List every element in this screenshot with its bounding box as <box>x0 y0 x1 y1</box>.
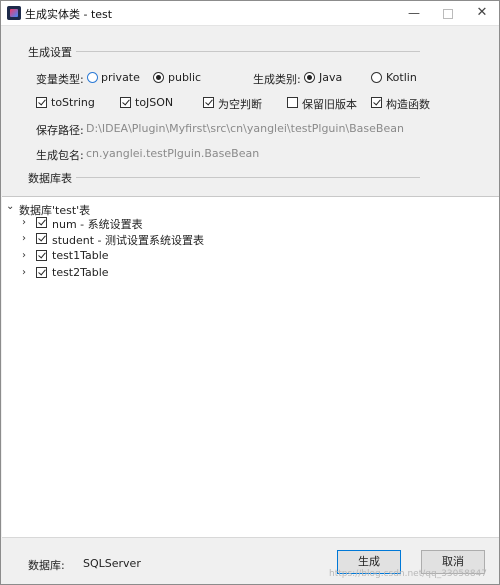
app-icon <box>7 6 21 20</box>
chevron-right-icon[interactable]: › <box>22 267 26 278</box>
database-section-title: 数据库表 <box>28 172 72 185</box>
database-divider <box>76 177 420 178</box>
dialog-window: 生成实体类 - test — ✕ 生成设置 变量类型: private publ… <box>0 0 500 585</box>
tree-checkbox-student[interactable] <box>36 233 47 244</box>
tree-checkbox-test2table[interactable] <box>36 267 47 278</box>
chevron-right-icon[interactable]: › <box>22 217 26 228</box>
table-tree[interactable]: ⌄ 数据库'test'表 › num - 系统设置表 › student - 测… <box>2 196 499 538</box>
checkbox-constructor-label[interactable]: 构造函数 <box>386 96 430 112</box>
chevron-right-icon[interactable]: › <box>22 250 26 261</box>
radio-private[interactable] <box>87 72 98 83</box>
settings-divider <box>76 51 420 52</box>
tree-checkbox-test1table[interactable] <box>36 250 47 261</box>
checkbox-null-check[interactable] <box>203 97 214 108</box>
radio-kotlin[interactable] <box>371 72 382 83</box>
tree-item-test1table[interactable]: › test1Table <box>2 248 499 264</box>
settings-section-title: 生成设置 <box>28 46 72 59</box>
window-title: 生成实体类 - test <box>25 8 113 21</box>
tree-checkbox-num[interactable] <box>36 217 47 228</box>
radio-java-label[interactable]: Java <box>319 71 342 84</box>
tree-label-test2table: test2Table <box>52 266 109 279</box>
radio-kotlin-label[interactable]: Kotlin <box>386 71 417 84</box>
tree-label-test1table: test1Table <box>52 249 109 262</box>
radio-public-label[interactable]: public <box>168 71 201 84</box>
var-type-label: 变量类型: <box>36 73 84 86</box>
checkbox-tojson[interactable] <box>120 97 131 108</box>
checkbox-tojson-label[interactable]: toJSON <box>135 96 173 109</box>
close-button[interactable]: ✕ <box>465 1 499 25</box>
tree-label-num: num - 系统设置表 <box>52 218 143 231</box>
db-type-value: SQLServer <box>83 557 141 570</box>
maximize-icon <box>443 8 453 19</box>
checkbox-tostring[interactable] <box>36 97 47 108</box>
tree-item-test2table[interactable]: › test2Table <box>2 265 499 281</box>
minimize-button[interactable]: — <box>397 1 431 25</box>
checkbox-null-check-label[interactable]: 为空判断 <box>218 96 262 112</box>
save-path-label: 保存路径: <box>36 124 84 137</box>
chevron-right-icon[interactable]: › <box>22 233 26 244</box>
radio-public[interactable] <box>153 72 164 83</box>
checkbox-keep-old[interactable] <box>287 97 298 108</box>
tree-item-num[interactable]: › num - 系统设置表 <box>2 215 499 231</box>
package-name-label: 生成包名: <box>36 149 84 162</box>
db-type-label: 数据库: <box>28 559 65 572</box>
gen-type-label: 生成类别: <box>253 73 301 86</box>
checkbox-constructor[interactable] <box>371 97 382 108</box>
watermark-text: https://blog.csdn.net/qq_33058847 <box>329 569 488 579</box>
tree-item-student[interactable]: › student - 测试设置系统设置表 <box>2 231 499 247</box>
package-name-value[interactable]: cn.yanglei.testPlguin.BaseBean <box>86 147 259 160</box>
maximize-button[interactable] <box>431 1 465 25</box>
checkbox-keep-old-label[interactable]: 保留旧版本 <box>302 96 357 112</box>
tree-label-student: student - 测试设置系统设置表 <box>52 234 205 247</box>
radio-java[interactable] <box>304 72 315 83</box>
save-path-value[interactable]: D:\IDEA\Plugin\Myfirst\src\cn\yanglei\te… <box>86 122 404 135</box>
checkbox-tostring-label[interactable]: toString <box>51 96 95 109</box>
title-bar[interactable]: 生成实体类 - test — ✕ <box>1 1 499 26</box>
chevron-down-icon[interactable]: ⌄ <box>6 201 14 212</box>
radio-private-label[interactable]: private <box>101 71 140 84</box>
